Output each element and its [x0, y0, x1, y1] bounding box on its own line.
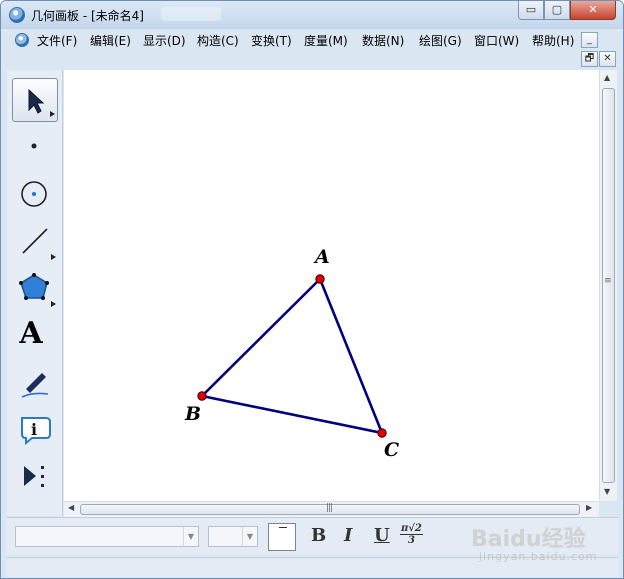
point-tool[interactable] — [12, 125, 58, 169]
scroll-right-icon[interactable]: ▶ — [586, 503, 592, 512]
tool-expand-indicator — [51, 301, 56, 307]
compass-tool[interactable] — [12, 172, 58, 216]
maximize-icon: ▢ — [551, 3, 563, 16]
marker-tool[interactable] — [12, 361, 58, 405]
italic-button[interactable]: I — [344, 525, 352, 546]
mdi-restore-icon: 🗗 — [584, 53, 595, 64]
minimize-button[interactable]: ▭ — [518, 1, 544, 20]
text-tool[interactable]: A — [12, 314, 58, 358]
point-label-A[interactable]: A — [315, 246, 330, 268]
maximize-button[interactable]: ▢ — [544, 1, 570, 20]
svg-text:i: i — [31, 420, 37, 439]
close-icon: ✕ — [588, 3, 598, 16]
menu-edit[interactable]: 编辑(E) — [90, 32, 131, 49]
vertical-grip-icon: ≡ — [604, 276, 611, 286]
sketch-canvas[interactable]: A B C — [64, 70, 599, 501]
segment-AB[interactable] — [201, 278, 321, 397]
text-color-box[interactable] — [268, 523, 296, 551]
menu-transform[interactable]: 变换(T) — [251, 32, 292, 49]
menu-graph[interactable]: 绘图(G) — [419, 32, 462, 49]
chevron-down-icon: ▼ — [183, 527, 198, 546]
title-ghost-overlay — [161, 7, 221, 21]
info-tool[interactable]: i — [12, 408, 58, 452]
polygon-tool[interactable] — [12, 267, 58, 311]
sketch-drawing — [197, 274, 387, 438]
point-label-B[interactable]: B — [185, 403, 201, 425]
font-size-select[interactable]: ▼ — [208, 526, 258, 547]
segment-BC[interactable] — [201, 394, 383, 435]
title-bar[interactable]: 几何画板 - [未命名4] ▭ ▢ ✕ — [1, 1, 623, 29]
sketchpad-app-icon — [9, 7, 25, 23]
baidu-watermark: Baidu经验 — [471, 527, 586, 552]
point-A[interactable] — [315, 274, 325, 284]
scroll-left-icon[interactable]: ◀ — [68, 503, 74, 512]
menu-display[interactable]: 显示(D) — [143, 32, 186, 49]
color-dash — [279, 527, 287, 528]
custom-tool[interactable] — [12, 456, 58, 500]
mdi-close-icon: ✕ — [603, 53, 612, 64]
arrow-select-tool[interactable] — [12, 78, 58, 122]
scroll-down-icon[interactable]: ▼ — [604, 487, 610, 496]
document-icon[interactable] — [15, 33, 29, 47]
underline-button[interactable]: U — [374, 525, 390, 546]
menu-bar: 文件(F) 编辑(E) 显示(D) 构造(C) 变换(T) 度量(M) 数据(N… — [7, 30, 577, 50]
tool-expand-indicator — [51, 254, 56, 260]
vertical-scrollbar[interactable]: ▲ ≡ ▼ — [599, 70, 617, 501]
math-format-denominator: 3 — [407, 535, 415, 546]
math-format-numerator: π√2 — [400, 523, 423, 535]
mdi-minimize-button[interactable]: _ — [581, 32, 598, 48]
scroll-up-icon[interactable]: ▲ — [604, 73, 610, 82]
menu-measure[interactable]: 度量(M) — [304, 32, 348, 49]
window-title: 几何画板 - [未命名4] — [31, 9, 144, 23]
chevron-down-icon: ▼ — [242, 527, 257, 546]
horizontal-grip-icon: ||| — [326, 503, 333, 513]
menu-data[interactable]: 数据(N) — [362, 32, 404, 49]
menu-window[interactable]: 窗口(W) — [474, 32, 519, 49]
app-window: 几何画板 - [未命名4] ▭ ▢ ✕ 文件(F) 编辑(E) 显示(D) 构造… — [0, 0, 624, 579]
close-button[interactable]: ✕ — [570, 1, 616, 20]
point-icon — [31, 143, 37, 149]
font-family-select[interactable]: ▼ — [15, 526, 199, 547]
menu-construct[interactable]: 构造(C) — [197, 32, 239, 49]
mdi-close-button[interactable]: ✕ — [599, 51, 616, 67]
custom-tool-icon — [24, 466, 44, 487]
circle-icon — [21, 181, 47, 207]
math-format-button[interactable]: π√2 3 — [400, 523, 423, 546]
point-C[interactable] — [377, 428, 387, 438]
straightedge-tool[interactable] — [12, 220, 58, 264]
segment-AC[interactable] — [318, 278, 384, 434]
mdi-restore-button[interactable]: 🗗 — [581, 51, 598, 67]
baidu-watermark-url: jingyan.baidu.com — [479, 550, 598, 563]
menu-help[interactable]: 帮助(H) — [532, 32, 574, 49]
info-icon: i — [21, 417, 51, 446]
menu-file[interactable]: 文件(F) — [37, 32, 77, 49]
minimize-icon: ▭ — [525, 3, 537, 16]
point-B[interactable] — [197, 391, 207, 401]
bold-button[interactable]: B — [311, 525, 326, 546]
text-icon: A — [19, 316, 43, 351]
point-label-C[interactable]: C — [384, 439, 399, 461]
mdi-minimize-icon: _ — [587, 34, 592, 45]
toolbox: A i — [7, 70, 63, 516]
tool-expand-indicator — [50, 111, 55, 117]
horizontal-scrollbar[interactable]: ◀ ||| ▶ — [64, 501, 599, 517]
marker-icon — [21, 373, 49, 398]
